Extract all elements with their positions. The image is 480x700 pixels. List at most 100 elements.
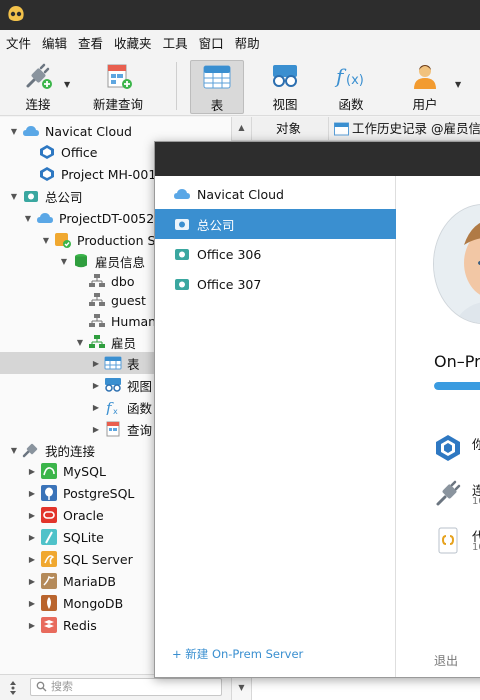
window-titlebar [0,0,480,30]
plug-icon [436,480,461,506]
menu-favorites[interactable]: 收藏夹 [114,33,152,52]
expand-arrow-icon[interactable]: ▶ [26,621,38,630]
expand-arrow-icon[interactable]: ▼ [74,338,86,347]
function-icon: f (x) [334,64,364,88]
tab-objects[interactable]: 对象 [276,117,301,141]
plug-icon [22,443,38,458]
schema-icon [89,314,105,327]
query-icon [106,421,120,437]
menu-file[interactable]: 文件 [6,33,31,52]
expand-arrow-icon[interactable]: ▼ [8,192,20,201]
info-row-code-snippets: 代 10 [434,526,480,559]
info-row-connections: 连 10 [434,480,480,511]
oracle-icon [41,507,57,523]
expand-arrow-icon[interactable]: ▼ [22,214,34,223]
expand-arrow-icon[interactable]: ▶ [26,489,38,498]
search-input[interactable]: 搜索 [30,678,222,696]
new-query-button[interactable]: 新建查询 [88,60,148,114]
server-item-hq[interactable]: 总公司 [155,209,396,239]
code-snippet-icon [438,527,458,554]
tree-item-navicat-cloud[interactable]: ▼ Navicat Cloud [0,120,231,142]
scroll-down-icon[interactable]: ▼ [232,677,252,700]
dialog-titlebar [155,142,480,176]
schema-icon [89,293,105,306]
cloud-icon [37,213,53,223]
server-item-office-306[interactable]: Office 306 [155,239,396,269]
cloud-icon [174,189,190,199]
account-dialog: Navicat Cloud 总公司 Office 306 Office 307 … [154,141,480,678]
server-group-icon [175,249,189,260]
usage-progress [434,382,480,390]
mariadb-icon [41,573,57,589]
project-icon [40,167,54,181]
new-query-icon [107,64,132,89]
menu-window[interactable]: 窗口 [199,33,224,52]
function-icon: fx [105,399,118,415]
user-dropdown-icon[interactable]: ▼ [455,80,461,89]
filter-toggle-icon[interactable] [8,680,18,696]
expand-arrow-icon[interactable]: ▶ [26,599,38,608]
schema-active-icon [89,335,105,348]
view-button[interactable]: 视图 [258,60,312,114]
expand-arrow-icon[interactable]: ▶ [26,511,38,520]
menu-help[interactable]: 帮助 [235,33,260,52]
navicat-logo-icon [8,6,24,21]
menu-tools[interactable]: 工具 [163,33,188,52]
redis-icon [41,617,57,633]
toolbar-separator [176,62,177,110]
database-icon [75,254,87,268]
server-list: Navicat Cloud 总公司 Office 306 Office 307 … [155,176,396,677]
menu-view[interactable]: 查看 [78,33,103,52]
expand-arrow-icon[interactable]: ▶ [90,403,102,412]
view-icon [105,378,121,392]
server-item-navicat-cloud[interactable]: Navicat Cloud [155,179,396,209]
expand-arrow-icon[interactable]: ▶ [26,555,38,564]
user-icon [414,65,436,89]
mysql-icon [41,463,57,479]
object-tabs: ▲ 对象 工作历史记录 @雇员信 [232,117,480,141]
expand-arrow-icon[interactable]: ▼ [58,257,70,266]
avatar [433,204,480,324]
function-button[interactable]: f (x) 函数 [324,60,378,114]
expand-arrow-icon[interactable]: ▶ [26,533,38,542]
postgresql-icon [41,485,57,501]
user-button[interactable]: 用户 [400,60,450,114]
tab-history[interactable]: 工作历史记录 @雇员信 [332,117,480,141]
expand-arrow-icon[interactable]: ▶ [90,359,102,368]
info-row-owner: 你 [434,434,480,465]
server-item-office-307[interactable]: Office 307 [155,269,396,299]
project-icon [436,435,460,461]
scroll-up-icon[interactable]: ▲ [232,117,252,141]
project-icon [40,145,54,159]
server-group-icon [24,191,38,202]
expand-arrow-icon[interactable]: ▶ [90,425,102,434]
table-icon [203,65,231,89]
menu-bar: 文件 编辑 查看 收藏夹 工具 窗口 帮助 [0,30,480,54]
connect-button[interactable]: 连接 [8,60,68,114]
table-icon [334,122,349,136]
new-onprem-server-link[interactable]: + 新建 On-Prem Server [172,646,303,662]
view-icon [273,65,297,87]
connected-server-icon [55,233,71,248]
expand-arrow-icon[interactable]: ▶ [26,577,38,586]
server-detail: On–Pre 你 连 10 代 10 退出 [397,176,480,677]
expand-arrow-icon[interactable]: ▼ [8,127,20,136]
expand-arrow-icon[interactable]: ▼ [40,236,52,245]
menu-edit[interactable]: 编辑 [42,33,67,52]
expand-arrow-icon[interactable]: ▶ [90,381,102,390]
sqlserver-icon [41,551,57,567]
cloud-icon [23,126,39,136]
plug-icon [26,63,52,89]
expand-arrow-icon[interactable]: ▼ [8,446,20,455]
mongodb-icon [41,595,57,611]
expand-arrow-icon[interactable]: ▶ [26,467,38,476]
onprem-title: On–Pre [434,352,480,371]
svg-text:(x): (x) [346,73,364,88]
table-button[interactable]: 表 [190,60,244,114]
main-toolbar: 连接 ▼ 新建查询 表 视图 f (x) 函数 用户 ▼ [0,54,480,116]
logout-button[interactable]: 退出 [434,652,458,669]
server-group-icon [175,219,189,230]
connect-dropdown-icon[interactable]: ▼ [64,80,70,89]
user-photo [434,205,480,323]
svg-text:x: x [113,407,118,415]
